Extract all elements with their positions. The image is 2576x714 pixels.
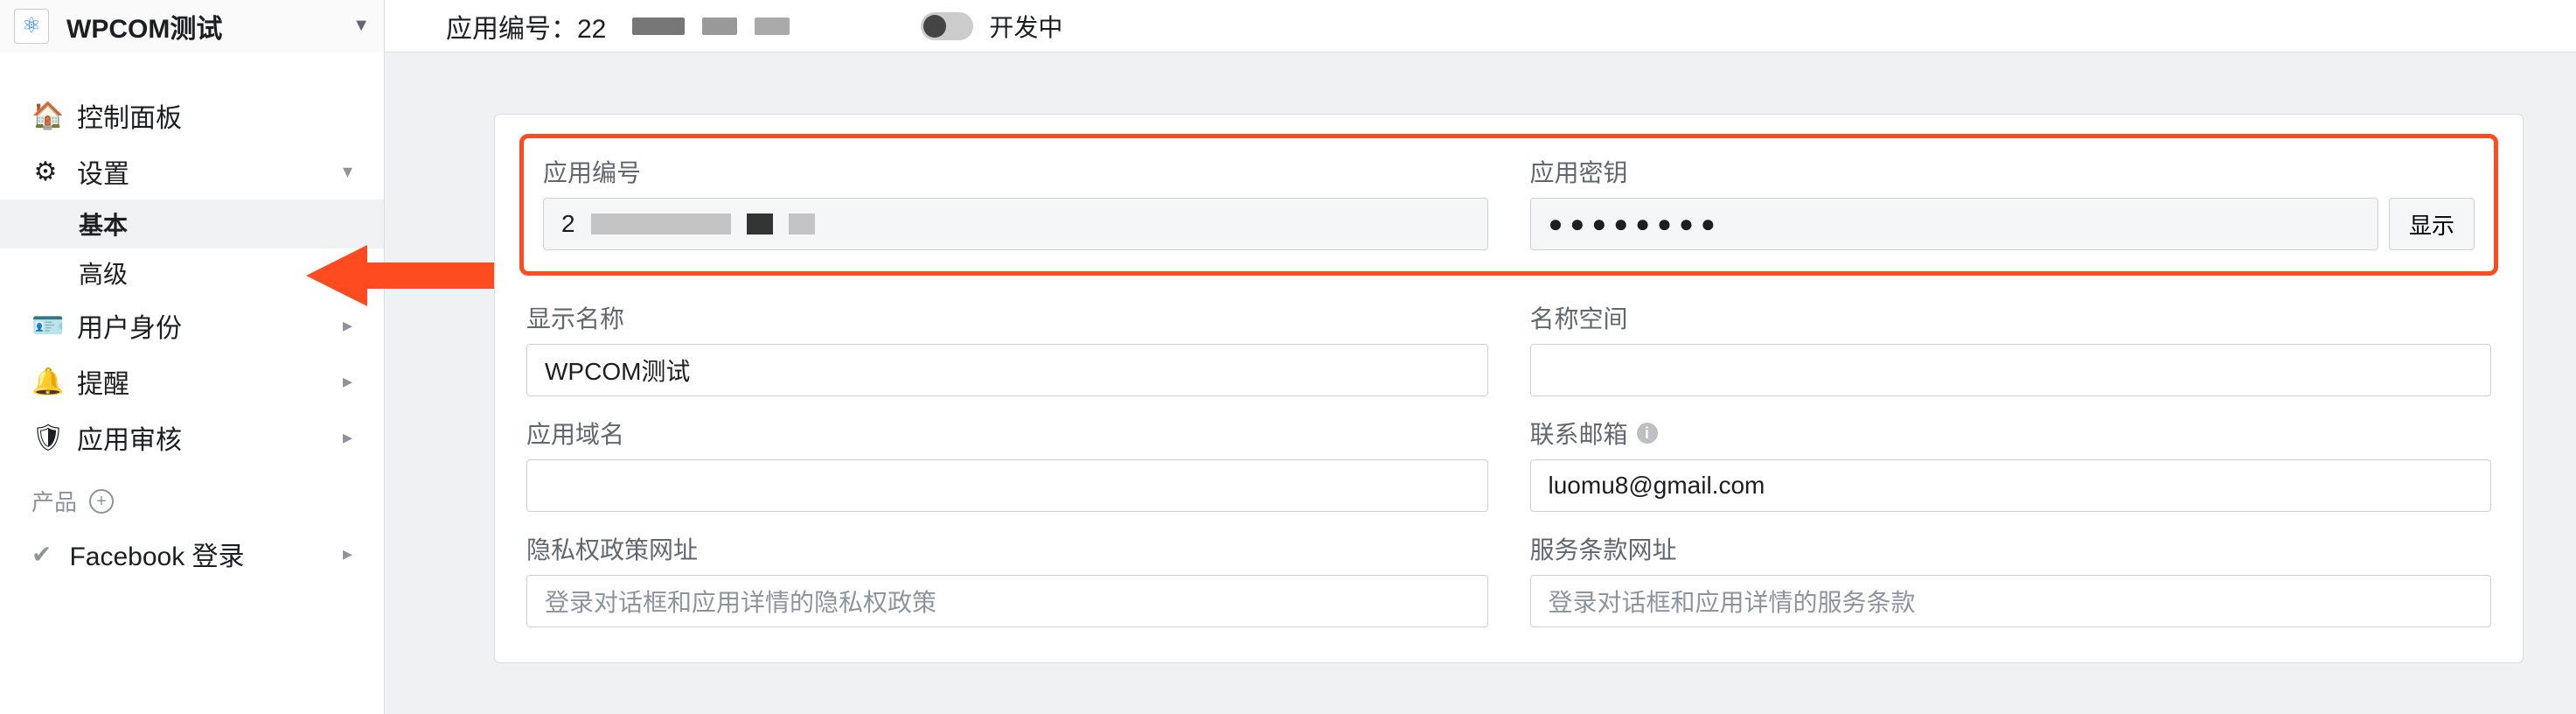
user-badge-icon: 🪪 — [31, 311, 59, 341]
collapse-icon: ▾ — [343, 160, 352, 183]
field-contact-email: 联系邮箱 i luomu8@gmail.com — [1530, 416, 2492, 512]
top-bar-info: 应用编号：22 开发中 — [385, 7, 1062, 46]
expand-icon: ▸ — [343, 314, 352, 337]
app-id-redacted — [632, 18, 790, 35]
check-circle-icon: ✔ — [31, 540, 52, 569]
tos-url-input[interactable]: 登录对话框和应用详情的服务条款 — [1530, 575, 2492, 627]
dev-mode-toggle[interactable] — [921, 12, 973, 40]
app-domain-label: 应用域名 — [526, 416, 1488, 451]
contact-email-label-text: 联系邮箱 — [1530, 416, 1628, 451]
products-text: 产品 — [31, 485, 77, 517]
sidebar-label: 应用审核 — [77, 418, 182, 457]
app-id-label-text: 应用编号： — [446, 15, 577, 44]
sidebar-item-app-review[interactable]: 🛡 应用审核 ▸ — [0, 410, 384, 466]
field-privacy-url: 隐私权政策网址 登录对话框和应用详情的隐私权政策 — [526, 531, 1488, 627]
sidebar-item-user-identity[interactable]: 🪪 用户身份 ▸ — [0, 298, 384, 354]
app-logo-icon: ⚛ — [14, 9, 49, 44]
bell-icon: 🔔 — [31, 367, 59, 397]
sidebar-sub-basic[interactable]: 基本 — [0, 200, 384, 248]
field-app-secret: 应用密钥 ●●●●●●●● 显示 — [1530, 154, 2475, 250]
add-product-icon[interactable]: + — [89, 489, 114, 514]
app-id-prefix: 22 — [577, 15, 606, 44]
display-name-label: 显示名称 — [526, 300, 1488, 335]
privacy-url-label: 隐私权政策网址 — [526, 531, 1488, 566]
namespace-input[interactable] — [1530, 344, 2492, 396]
contact-email-input[interactable]: luomu8@gmail.com — [1530, 459, 2492, 512]
expand-icon: ▸ — [343, 426, 352, 449]
mode-toggle-wrap: 开发中 — [921, 9, 1062, 44]
credentials-highlight: 应用编号 2 应用密钥 ●●●●●●●● 显示 — [519, 134, 2498, 276]
sidebar-item-settings[interactable]: ⚙ 设置 ▾ — [0, 144, 384, 200]
sidebar-item-facebook-login[interactable]: ✔ Facebook 登录 ▸ — [0, 526, 384, 582]
field-app-domain: 应用域名 — [526, 416, 1488, 512]
expand-icon: ▸ — [343, 542, 352, 565]
top-header: ⚛ WPCOM测试 ▼ 应用编号：22 开发中 — [0, 0, 2576, 52]
sidebar-products-heading: 产品 + — [0, 466, 384, 526]
show-secret-button[interactable]: 显示 — [2389, 198, 2475, 250]
app-id-label: 应用编号：22 — [446, 7, 606, 46]
app-domain-input[interactable] — [526, 459, 1488, 512]
home-icon: 🏠 — [31, 101, 59, 131]
app-id-readonly[interactable]: 2 — [543, 198, 1488, 250]
field-namespace: 名称空间 — [1530, 300, 2492, 396]
app-id-visible-digit: 2 — [561, 210, 575, 238]
settings-panel: 应用编号 2 应用密钥 ●●●●●●●● 显示 — [494, 114, 2524, 663]
sidebar-sub-label: 基本 — [79, 206, 128, 242]
caret-down-icon: ▼ — [352, 16, 370, 36]
tos-url-label: 服务条款网址 — [1530, 531, 2492, 566]
field-app-id: 应用编号 2 — [543, 154, 1488, 250]
app-selector[interactable]: ⚛ WPCOM测试 ▼ — [0, 0, 385, 52]
contact-email-label: 联系邮箱 i — [1530, 416, 2492, 451]
display-name-input[interactable]: WPCOM测试 — [526, 344, 1488, 396]
form-rows: 显示名称 WPCOM测试 名称空间 应用域名 联系邮 — [526, 300, 2491, 627]
shield-icon: 🛡 — [31, 423, 59, 453]
sidebar-sub-advanced[interactable]: 高级 — [0, 248, 384, 298]
expand-icon: ▸ — [343, 370, 352, 393]
sidebar-item-dashboard[interactable]: 🏠 控制面板 — [0, 88, 384, 144]
info-icon[interactable]: i — [1637, 423, 1658, 444]
sidebar-sub-label: 高级 — [79, 256, 128, 290]
sidebar-label: 提醒 — [77, 362, 129, 401]
app-secret-readonly[interactable]: ●●●●●●●● — [1530, 198, 2378, 250]
field-display-name: 显示名称 WPCOM测试 — [526, 300, 1488, 396]
sidebar-label: 设置 — [77, 152, 129, 191]
sidebar-item-alerts[interactable]: 🔔 提醒 ▸ — [0, 354, 384, 410]
privacy-url-input[interactable]: 登录对话框和应用详情的隐私权政策 — [526, 575, 1488, 627]
sidebar-label: 控制面板 — [77, 96, 182, 135]
sidebar-label: Facebook 登录 — [69, 535, 244, 573]
namespace-label: 名称空间 — [1530, 300, 2492, 335]
gear-icon: ⚙ — [31, 157, 59, 187]
mode-label: 开发中 — [989, 9, 1062, 44]
sidebar: 🏠 控制面板 ⚙ 设置 ▾ 基本 高级 🪪 用户身份 ▸ 🔔 提醒 ▸ 🛡 应用… — [0, 52, 385, 714]
sidebar-label: 用户身份 — [77, 306, 182, 345]
app-secret-field-label: 应用密钥 — [1530, 154, 2475, 189]
main-content: 应用编号 2 应用密钥 ●●●●●●●● 显示 — [385, 52, 2576, 714]
app-id-field-label: 应用编号 — [543, 154, 1488, 189]
app-name: WPCOM测试 — [66, 7, 352, 46]
field-tos-url: 服务条款网址 登录对话框和应用详情的服务条款 — [1530, 531, 2492, 627]
